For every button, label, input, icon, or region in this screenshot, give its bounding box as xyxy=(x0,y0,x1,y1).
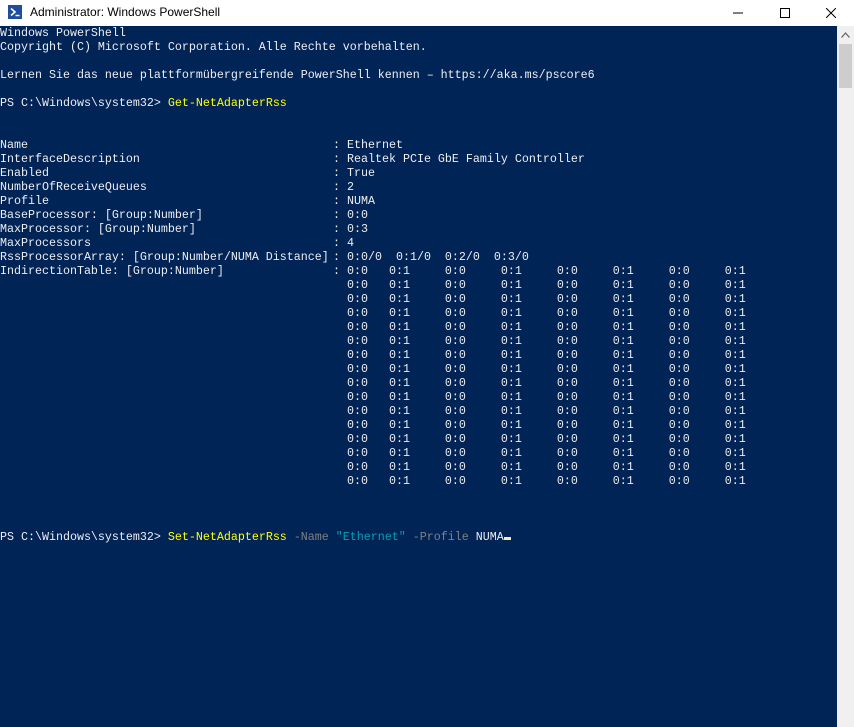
indirection-row: 0:0 0:1 0:0 0:1 0:0 0:1 0:0 0:1 xyxy=(347,390,746,404)
maximize-button[interactable] xyxy=(762,0,808,26)
close-icon xyxy=(826,8,836,18)
minimize-icon xyxy=(733,12,743,14)
window-title: Administrator: Windows PowerShell xyxy=(30,5,221,19)
argument-text: NUMA xyxy=(475,530,504,544)
command-text: Set-NetAdapterRss xyxy=(167,530,287,544)
property-name: Name xyxy=(0,138,28,152)
maximize-icon xyxy=(780,8,790,18)
chevron-up-icon xyxy=(841,31,850,38)
powershell-icon xyxy=(8,5,22,19)
property-value: Ethernet xyxy=(347,138,403,152)
property-name: MaxProcessor: [Group:Number] xyxy=(0,222,196,236)
console-line: Windows PowerShell xyxy=(0,26,126,40)
indirection-row: 0:0 0:1 0:0 0:1 0:0 0:1 0:0 0:1 xyxy=(347,376,746,390)
indirection-row: 0:0 0:1 0:0 0:1 0:0 0:1 0:0 0:1 xyxy=(347,432,746,446)
property-value: 4 xyxy=(347,236,354,250)
indirection-row: 0:0 0:1 0:0 0:1 0:0 0:1 0:0 0:1 xyxy=(347,278,746,292)
text-cursor xyxy=(503,537,511,540)
prompt-line: PS C:\Windows\system32> Set-NetAdapterRs… xyxy=(0,530,511,544)
property-name: IndirectionTable: [Group:Number] xyxy=(0,264,224,278)
title-bar[interactable]: Administrator: Windows PowerShell xyxy=(0,0,854,26)
prompt-text: PS C:\Windows\system32> xyxy=(0,96,168,110)
indirection-row: 0:0 0:1 0:0 0:1 0:0 0:1 0:0 0:1 xyxy=(347,292,746,306)
indirection-row: 0:0 0:1 0:0 0:1 0:0 0:1 0:0 0:1 xyxy=(347,446,746,460)
property-name: BaseProcessor: [Group:Number] xyxy=(0,208,203,222)
console-line: Copyright (C) Microsoft Corporation. All… xyxy=(0,40,427,54)
string-argument: "Ethernet" xyxy=(335,530,406,544)
property-value: True xyxy=(347,166,375,180)
vertical-scrollbar[interactable] xyxy=(837,26,854,727)
indirection-row: 0:0 0:1 0:0 0:1 0:0 0:1 0:0 0:1 xyxy=(347,362,746,376)
scroll-up-button[interactable] xyxy=(837,26,854,43)
minimize-button[interactable] xyxy=(715,0,761,26)
indirection-row: 0:0 0:1 0:0 0:1 0:0 0:1 0:0 0:1 xyxy=(347,474,746,488)
property-value: Realtek PCIe GbE Family Controller xyxy=(347,152,585,166)
property-name: MaxProcessors xyxy=(0,236,91,250)
indirection-row: 0:0 0:1 0:0 0:1 0:0 0:1 0:0 0:1 xyxy=(347,418,746,432)
property-value: 0:0/0 0:1/0 0:2/0 0:3/0 xyxy=(347,250,529,264)
indirection-row: 0:0 0:1 0:0 0:1 0:0 0:1 0:0 0:1 xyxy=(347,306,746,320)
indirection-row: 0:0 0:1 0:0 0:1 0:0 0:1 0:0 0:1 xyxy=(347,334,746,348)
property-value: NUMA xyxy=(347,194,375,208)
property-name: RssProcessorArray: [Group:Number/NUMA Di… xyxy=(0,250,329,264)
console-line: Lernen Sie das neue plattformübergreifen… xyxy=(0,68,595,82)
indirection-row: 0:0 0:1 0:0 0:1 0:0 0:1 0:0 0:1 xyxy=(347,404,746,418)
property-name: NumberOfReceiveQueues xyxy=(0,180,147,194)
prompt-text: PS C:\Windows\system32> xyxy=(0,530,168,544)
property-value: 0:0 xyxy=(347,208,368,222)
property-name: Profile xyxy=(0,194,49,208)
console-output[interactable]: Windows PowerShell Copyright (C) Microso… xyxy=(0,26,837,727)
prompt-line: PS C:\Windows\system32> Get-NetAdapterRs… xyxy=(0,96,287,110)
command-text: Get-NetAdapterRss xyxy=(167,96,287,110)
parameter-text: -Name xyxy=(293,530,329,544)
powershell-window: Administrator: Windows PowerShell Window… xyxy=(0,0,854,727)
indirection-row: 0:0 0:1 0:0 0:1 0:0 0:1 0:0 0:1 xyxy=(347,320,746,334)
indirection-row: 0:0 0:1 0:0 0:1 0:0 0:1 0:0 0:1 xyxy=(347,348,746,362)
property-value: 0:3 xyxy=(347,222,368,236)
property-name: Enabled xyxy=(0,166,49,180)
parameter-text: -Profile xyxy=(412,530,469,544)
indirection-row: 0:0 0:1 0:0 0:1 0:0 0:1 0:0 0:1 xyxy=(347,264,746,278)
scroll-thumb[interactable] xyxy=(839,44,852,88)
close-button[interactable] xyxy=(808,0,854,26)
property-value: 2 xyxy=(347,180,354,194)
indirection-row: 0:0 0:1 0:0 0:1 0:0 0:1 0:0 0:1 xyxy=(347,460,746,474)
property-name: InterfaceDescription xyxy=(0,152,140,166)
